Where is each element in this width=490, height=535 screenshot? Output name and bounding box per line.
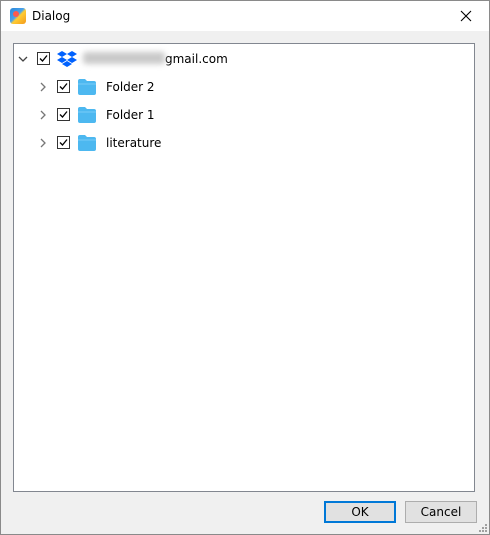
title-bar[interactable]: Dialog <box>1 1 489 31</box>
tree-root-row[interactable]: gmail.com <box>14 49 474 69</box>
window-title: Dialog <box>32 9 71 23</box>
folder-1-checkbox[interactable] <box>57 108 70 121</box>
tree-row-literature[interactable]: literature <box>14 133 474 153</box>
literature-checkbox[interactable] <box>57 136 70 149</box>
folder-icon <box>78 107 96 123</box>
tree-row-folder-2[interactable]: Folder 2 <box>14 77 474 97</box>
folder-2-checkbox[interactable] <box>57 80 70 93</box>
root-checkbox[interactable] <box>37 52 50 65</box>
chevron-right-icon[interactable] <box>38 110 48 120</box>
dialog-window: Dialog gmail.com Folder 2 Folder 1 liter… <box>0 0 490 535</box>
folder-label[interactable]: Folder 2 <box>106 80 155 94</box>
close-button[interactable] <box>443 1 489 31</box>
checkmark-icon <box>39 55 48 62</box>
dropbox-icon <box>57 51 77 67</box>
chevron-down-icon[interactable] <box>18 54 28 64</box>
tree-row-folder-1[interactable]: Folder 1 <box>14 105 474 125</box>
folder-label[interactable]: literature <box>106 136 161 150</box>
folder-icon <box>78 79 96 95</box>
resize-grip-icon[interactable] <box>477 522 487 532</box>
chevron-right-icon[interactable] <box>38 138 48 148</box>
redacted-email-prefix <box>83 52 165 64</box>
ok-button[interactable]: OK <box>324 501 396 523</box>
checkmark-icon <box>59 111 68 118</box>
account-domain: gmail.com <box>165 52 228 66</box>
folder-tree[interactable]: gmail.com Folder 2 Folder 1 literature <box>13 43 475 492</box>
checkmark-icon <box>59 139 68 146</box>
cancel-button[interactable]: Cancel <box>405 501 477 523</box>
folder-label[interactable]: Folder 1 <box>106 108 155 122</box>
close-icon <box>460 10 472 22</box>
checkmark-icon <box>59 83 68 90</box>
account-label[interactable]: gmail.com <box>83 52 228 66</box>
app-icon <box>10 8 26 24</box>
chevron-right-icon[interactable] <box>38 82 48 92</box>
folder-icon <box>78 135 96 151</box>
